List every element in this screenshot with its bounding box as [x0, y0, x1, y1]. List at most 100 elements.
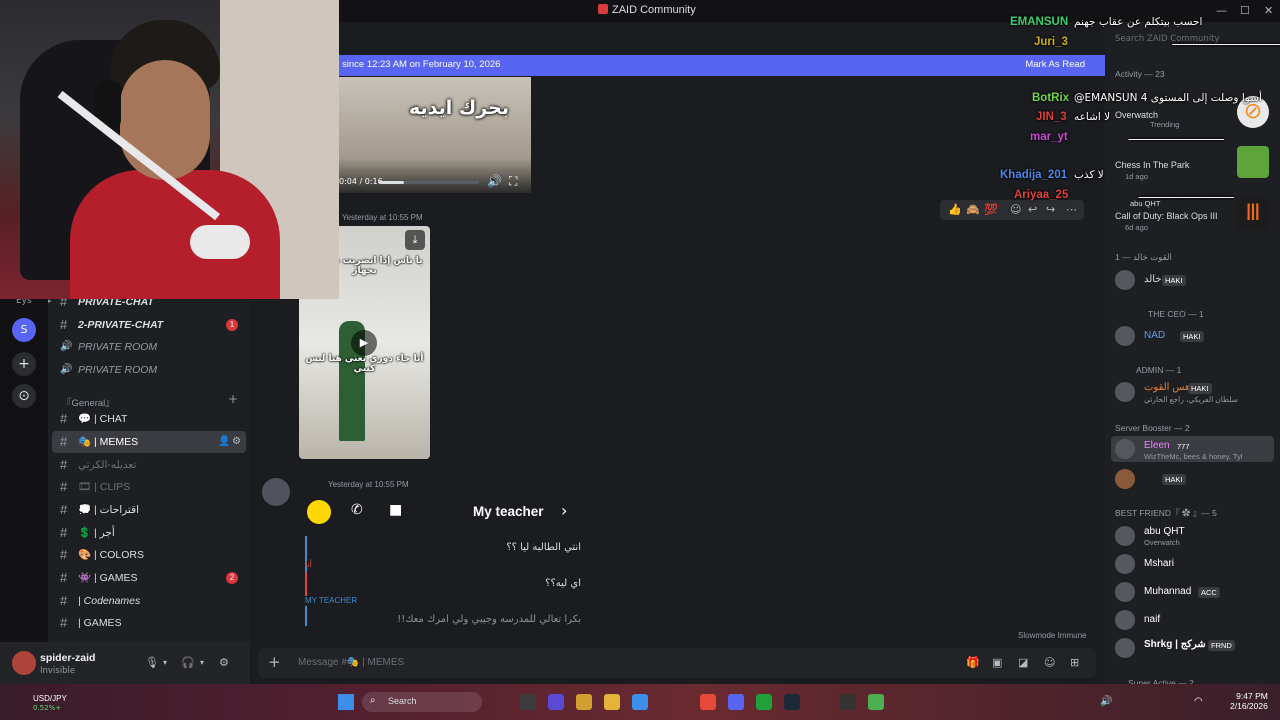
- message-timestamp: Yesterday at 10:55 PM: [328, 480, 409, 489]
- stream-chat-message: لا كذب: [1074, 169, 1104, 181]
- server-icon[interactable]: S: [12, 318, 36, 342]
- play-icon[interactable]: ▶: [351, 330, 377, 356]
- chess-icon[interactable]: [1237, 146, 1269, 178]
- file-explorer-icon[interactable]: [576, 694, 592, 710]
- avatar[interactable]: [262, 478, 290, 506]
- maximize-button[interactable]: ☐: [1240, 4, 1250, 17]
- sticker-icon[interactable]: ◪: [1018, 656, 1028, 669]
- wifi-icon[interactable]: ◠: [1194, 696, 1203, 707]
- avatar[interactable]: [1115, 526, 1135, 546]
- new-messages-banner[interactable]: since 12:23 AM on February 10, 2026 Mark…: [339, 55, 1105, 76]
- avatar[interactable]: [1115, 326, 1135, 346]
- channel-2-private-chat[interactable]: # 2-PRIVATE-CHAT 1: [48, 314, 250, 336]
- discord-icon[interactable]: [728, 694, 744, 710]
- headphones-icon[interactable]: 🎧: [181, 656, 195, 669]
- username[interactable]: spider-zaid: [40, 652, 95, 664]
- member-name[interactable]: Shrkg | شركج: [1144, 639, 1206, 650]
- channel-clips[interactable]: # 🎞 | CLIPS: [48, 476, 250, 498]
- activity-title[interactable]: Chess In The Park: [1115, 160, 1189, 170]
- stock-ticker[interactable]: USD/JPY: [33, 694, 67, 703]
- chevron-down-icon[interactable]: ▾: [163, 658, 167, 667]
- member-name[interactable]: خالد: [1144, 274, 1162, 285]
- volume-icon[interactable]: 🔊: [487, 174, 502, 188]
- category-general[interactable]: 『General』: [62, 395, 115, 409]
- gear-icon[interactable]: ⚙: [232, 431, 241, 453]
- activity-title[interactable]: Call of Duty: Black Ops III: [1115, 211, 1218, 221]
- avatar[interactable]: [1115, 554, 1135, 574]
- reply-icon[interactable]: ↩: [1028, 203, 1037, 216]
- channel-suggestions[interactable]: # 💭 | اقتراحات: [48, 499, 250, 521]
- voice-channel-private-room-2[interactable]: 🔊 PRIVATE ROOM: [48, 359, 250, 381]
- apps-icon[interactable]: ⊞: [1070, 656, 1079, 669]
- stream-chat-message: @EMANSUN أسوا وصلت إلى المستوى 4: [1074, 92, 1262, 104]
- folder-icon[interactable]: [604, 694, 620, 710]
- avatar[interactable]: [1115, 638, 1135, 658]
- avatar[interactable]: [1115, 610, 1135, 630]
- channel-games[interactable]: # 👾 | GAMES 2: [48, 567, 250, 589]
- avatar[interactable]: [1115, 439, 1135, 459]
- discover-icon[interactable]: ⊙: [12, 384, 36, 408]
- video-progress-bar[interactable]: [379, 181, 479, 184]
- activity-title[interactable]: Overwatch: [1115, 110, 1158, 120]
- microphone-icon[interactable]: 🎙: [145, 656, 159, 669]
- channel-muted[interactable]: # تعديله-الكرتي: [48, 454, 250, 476]
- activity-header: Activity — 23: [1115, 69, 1165, 79]
- message-input[interactable]: Message #🎭 | MEMES: [298, 657, 404, 668]
- reaction-100[interactable]: 💯: [984, 203, 998, 216]
- gift-icon[interactable]: 🎁: [966, 656, 980, 669]
- avatar[interactable]: [1115, 270, 1135, 290]
- settings-icon[interactable]: ⚙: [219, 656, 229, 669]
- video-attachment[interactable]: بحرك ايديه 0:04 / 0:16 🔊 ⛶: [339, 77, 531, 193]
- phone-icon: ✆: [351, 502, 363, 518]
- system-clock[interactable]: 9:47 PM 2/16/2026: [1230, 691, 1268, 711]
- gif-icon[interactable]: ▣: [992, 656, 1002, 669]
- avatar[interactable]: [1115, 382, 1135, 402]
- add-server-icon[interactable]: +: [12, 352, 36, 376]
- channel-ajr[interactable]: # 💲 | أجر: [48, 522, 250, 544]
- more-icon[interactable]: ⋯: [1066, 203, 1077, 216]
- reaction-emoji[interactable]: 🙈: [966, 203, 980, 216]
- fullscreen-icon[interactable]: ⛶: [509, 174, 517, 189]
- channel-codenames[interactable]: # | Codenames: [48, 590, 250, 612]
- app-icon[interactable]: [548, 694, 564, 710]
- close-button[interactable]: ✕: [1264, 4, 1273, 17]
- add-attachment-icon[interactable]: +: [268, 653, 281, 671]
- channel-colors[interactable]: # 🎨 | COLORS: [48, 544, 250, 566]
- add-channel-icon[interactable]: +: [228, 392, 238, 406]
- thumbs-up-reaction[interactable]: 👍: [948, 203, 962, 216]
- member-tag: ACC: [1198, 587, 1220, 598]
- obs-icon[interactable]: [840, 694, 856, 710]
- windows-start-icon[interactable]: [338, 694, 354, 710]
- taskbar-search[interactable]: ⌕ Search: [362, 692, 482, 712]
- member-name[interactable]: Eleen: [1144, 440, 1170, 451]
- edge-icon[interactable]: [632, 694, 648, 710]
- app-icon[interactable]: [700, 694, 716, 710]
- volume-icon[interactable]: 🔊: [1100, 696, 1112, 707]
- mark-as-read-button[interactable]: Mark As Read: [1025, 59, 1085, 70]
- avatar[interactable]: [12, 651, 36, 675]
- channel-chat[interactable]: # 💬 | CHAT: [48, 408, 250, 430]
- chrome-icon[interactable]: [868, 694, 884, 710]
- task-view-icon[interactable]: [520, 694, 536, 710]
- black-ops-icon[interactable]: Ⅲ: [1237, 198, 1269, 230]
- minimize-button[interactable]: —: [1216, 4, 1227, 17]
- invite-icon[interactable]: 👤: [218, 431, 230, 453]
- avatar[interactable]: [1115, 469, 1135, 489]
- forward-icon[interactable]: ↪: [1046, 203, 1055, 216]
- xbox-icon[interactable]: [756, 694, 772, 710]
- member-name[interactable]: Mshari: [1144, 558, 1174, 569]
- download-icon[interactable]: ⤓: [405, 230, 425, 250]
- channel-games-2[interactable]: # | GAMES: [48, 612, 250, 634]
- member-name[interactable]: naif: [1144, 614, 1160, 625]
- member-name[interactable]: abu QHT: [1144, 526, 1185, 537]
- add-reaction-icon[interactable]: ☺: [1010, 203, 1021, 216]
- chevron-down-icon[interactable]: ▾: [200, 658, 204, 667]
- emoji-icon[interactable]: ☺: [1044, 656, 1055, 669]
- member-name[interactable]: NAD: [1144, 330, 1165, 341]
- message-composer[interactable]: + Message #🎭 | MEMES 🎁 ▣ ◪ ☺ ⊞: [258, 648, 1096, 678]
- avatar[interactable]: [1115, 582, 1135, 602]
- voice-channel-private-room-1[interactable]: 🔊 PRIVATE ROOM: [48, 336, 250, 358]
- channel-memes[interactable]: # 🎭 | MEMES 👤 ⚙: [52, 431, 246, 453]
- member-name[interactable]: Muhannad: [1144, 586, 1191, 597]
- steam-icon[interactable]: [784, 694, 800, 710]
